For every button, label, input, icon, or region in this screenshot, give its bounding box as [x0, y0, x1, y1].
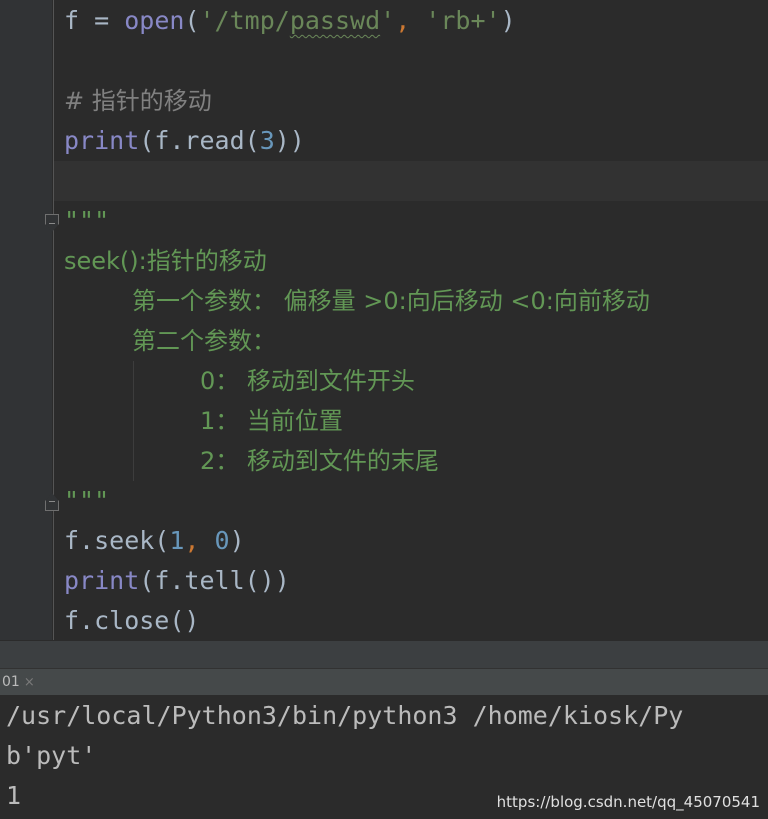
code-text: (f.read(: [139, 126, 260, 155]
docstring-seek[interactable]: seek():指针的移动: [64, 241, 267, 281]
builtin-open: open: [124, 6, 185, 35]
builtin-print: print: [64, 126, 140, 155]
code-text: f.seek(: [64, 526, 170, 555]
code-line-print-read[interactable]: print(f.read(3)): [64, 121, 305, 161]
docstring-close[interactable]: """: [64, 481, 109, 521]
spellcheck-word: passwd: [289, 6, 381, 35]
close-icon[interactable]: ×: [24, 675, 35, 690]
string-literal: '/tmp/: [199, 6, 290, 35]
code-text: )): [274, 126, 305, 155]
run-tab-bar: 01 ×: [0, 668, 768, 696]
code-text: ): [229, 526, 245, 555]
comma: ,: [184, 526, 215, 555]
current-line-highlight: [54, 161, 768, 201]
code-text: (f.tell()): [139, 566, 290, 595]
docstring-option-1[interactable]: 1： 当前位置: [200, 401, 343, 441]
docstring-param2[interactable]: 第二个参数：: [132, 321, 276, 361]
run-tab[interactable]: 01 ×: [0, 669, 35, 696]
code-text: f =: [64, 6, 125, 35]
console-line-command: /usr/local/Python3/bin/python3 /home/kio…: [6, 701, 684, 730]
indent-guide: [133, 361, 134, 481]
number-literal: 0: [214, 526, 230, 555]
docstring-open[interactable]: """: [64, 201, 109, 241]
run-tab-label: 01: [2, 674, 20, 690]
string-literal: ': [380, 6, 396, 35]
docstring-option-0[interactable]: 0： 移动到文件开头: [200, 361, 415, 401]
builtin-print: print: [64, 566, 140, 595]
docstring-param1[interactable]: 第一个参数： 偏移量 >0:向后移动 <0:向前移动: [132, 281, 650, 321]
comma: ,: [395, 6, 426, 35]
editor-gutter[interactable]: [0, 0, 52, 640]
code-line-print-tell[interactable]: print(f.tell()): [64, 561, 290, 601]
run-panel-header: [0, 640, 768, 669]
console-line-tell-output: 1: [6, 781, 22, 810]
paren: ): [500, 6, 516, 35]
watermark: https://blog.csdn.net/qq_45070541: [496, 793, 760, 811]
code-editor[interactable]: f = open('/tmp/passwd', 'rb+') # 指针的移动 p…: [0, 0, 768, 640]
gutter-divider: [53, 0, 54, 640]
code-line-seek[interactable]: f.seek(1, 0): [64, 521, 245, 561]
docstring-option-2[interactable]: 2： 移动到文件的末尾: [200, 441, 439, 481]
code-line-close[interactable]: f.close(): [64, 601, 199, 640]
number-literal: 3: [259, 126, 275, 155]
paren: (: [184, 6, 200, 35]
number-literal: 1: [169, 526, 185, 555]
string-literal: 'rb+': [425, 6, 501, 35]
code-line-open[interactable]: f = open('/tmp/passwd', 'rb+'): [64, 1, 516, 41]
console-line-read-output: b'pyt': [6, 741, 97, 770]
code-comment[interactable]: # 指针的移动: [64, 81, 212, 121]
